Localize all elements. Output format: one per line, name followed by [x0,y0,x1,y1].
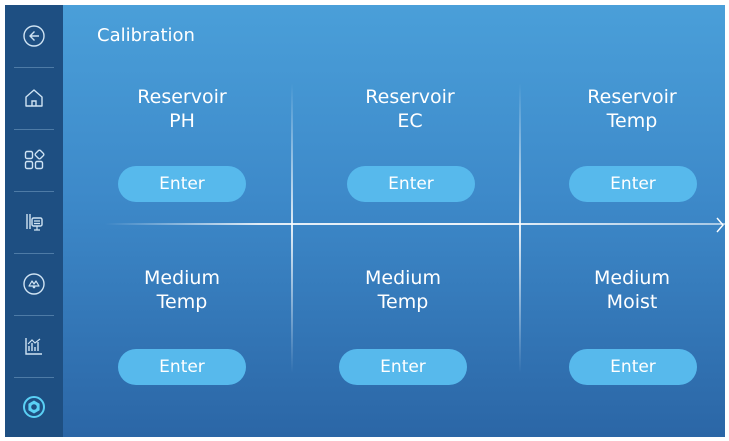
chevron-right-icon[interactable] [715,215,725,235]
cell-label-line1: Reservoir [587,86,677,108]
cell-label-line1: Reservoir [137,86,227,108]
cell-label-line2: Temp [377,291,429,313]
nav-devices-button[interactable] [5,191,63,253]
page-title: Calibration [97,25,195,46]
cell-label-reservoir-ec: Reservoir EC [330,85,490,133]
cell-label-line1: Medium [365,267,441,289]
cell-label-reservoir-ph: Reservoir PH [102,85,262,133]
nav-chart-button[interactable] [5,315,63,377]
cell-label-line2: EC [397,110,423,132]
settings-gear-icon [23,396,45,418]
grid-divider-horizontal [105,223,725,225]
cell-label-reservoir-temp: Reservoir Temp [552,85,712,133]
cell-label-line2: PH [169,110,195,132]
enter-button-medium-temp-2[interactable]: Enter [339,349,467,385]
nav-apps-button[interactable] [5,129,63,191]
app-window: Calibration Reservoir PH Enter Reservoir… [5,5,725,437]
chart-icon [25,338,42,355]
nav-settings-button[interactable] [5,377,63,437]
enter-button-reservoir-ph[interactable]: Enter [118,166,246,202]
nav-back-button[interactable] [5,5,63,67]
pump-icon [23,273,45,295]
home-icon [25,89,43,107]
device-panel-icon [26,214,43,231]
cell-label-line2: Temp [156,291,208,313]
enter-button-medium-temp[interactable]: Enter [118,349,246,385]
cell-label-line1: Reservoir [365,86,455,108]
enter-button-medium-moist[interactable]: Enter [569,349,697,385]
calibration-panel: Calibration Reservoir PH Enter Reservoir… [63,5,725,437]
sidebar [5,5,63,437]
nav-pump-button[interactable] [5,253,63,315]
cell-label-line1: Medium [144,267,220,289]
cell-label-medium-temp: Medium Temp [102,266,262,314]
nav-home-button[interactable] [5,67,63,129]
grid-divider-vertical [291,83,293,373]
cell-label-medium-temp-2: Medium Temp [323,266,483,314]
back-circle-icon [23,25,45,47]
apps-grid-icon [24,149,45,170]
cell-label-medium-moist: Medium Moist [552,266,712,314]
cell-label-line1: Medium [594,267,670,289]
grid-divider-vertical [519,83,521,373]
enter-button-reservoir-ec[interactable]: Enter [347,166,475,202]
cell-label-line2: Temp [606,110,658,132]
enter-button-reservoir-temp[interactable]: Enter [569,166,697,202]
cell-label-line2: Moist [606,291,658,313]
